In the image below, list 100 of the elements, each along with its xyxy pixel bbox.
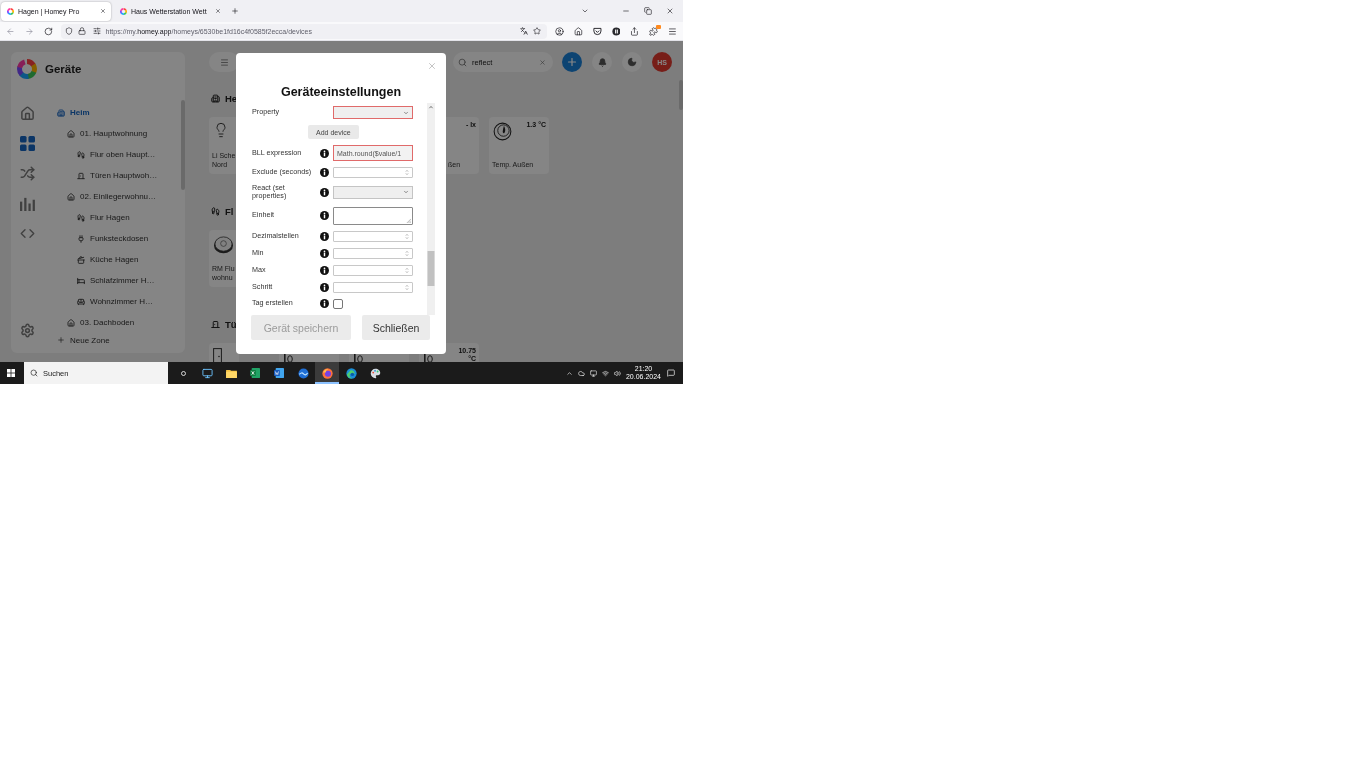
- add-zone-button[interactable]: Neue Zone: [57, 334, 110, 346]
- sofa-icon: [77, 297, 85, 306]
- browser-icon[interactable]: [321, 367, 333, 379]
- sidebar-title: Geräte: [45, 63, 82, 75]
- scrollbar[interactable]: [427, 103, 435, 315]
- info-icon[interactable]: [319, 187, 329, 197]
- number-field[interactable]: [333, 167, 413, 178]
- scrollbar[interactable]: [679, 80, 683, 110]
- share-icon[interactable]: [630, 26, 640, 36]
- chevron-up-icon[interactable]: [565, 369, 573, 377]
- monitor-icon[interactable]: [589, 369, 597, 377]
- house-icon[interactable]: [19, 106, 35, 121]
- browser-icon[interactable]: [345, 367, 357, 379]
- chevron-down-icon: [403, 109, 409, 116]
- speech-bubble-icon[interactable]: [667, 369, 675, 377]
- palette-icon[interactable]: [369, 367, 381, 379]
- door-icon: [213, 348, 222, 362]
- folder-icon[interactable]: [225, 368, 237, 378]
- shuffle-icon[interactable]: [19, 166, 35, 181]
- number-field[interactable]: [333, 247, 413, 259]
- tree-item[interactable]: Schlafzimmer H…: [77, 270, 155, 291]
- door-icon: [77, 171, 85, 180]
- sliders-icon[interactable]: [92, 27, 101, 35]
- close-button[interactable]: Schließen: [362, 315, 430, 340]
- info-icon[interactable]: [319, 248, 329, 258]
- star-icon[interactable]: [532, 27, 541, 35]
- tree-item[interactable]: Wohnzimmer H…: [77, 291, 153, 312]
- cloud-icon[interactable]: [577, 369, 585, 377]
- section-title: Tü: [225, 318, 237, 330]
- gear-icon[interactable]: [19, 323, 35, 338]
- info-icon[interactable]: [319, 299, 329, 309]
- tree-item[interactable]: Heim: [57, 102, 90, 123]
- info-icon[interactable]: [319, 148, 329, 158]
- theme-button[interactable]: [622, 52, 642, 72]
- door-icon: [211, 319, 220, 329]
- speaker-icon[interactable]: [613, 369, 621, 377]
- code-icon[interactable]: [19, 226, 35, 241]
- close-icon[interactable]: [215, 8, 221, 14]
- house-icon: [67, 192, 75, 201]
- ring-logo-icon: [120, 7, 127, 15]
- building-icon: [211, 93, 220, 103]
- document-app-icon[interactable]: [274, 368, 284, 378]
- restore-icon[interactable]: [644, 7, 652, 15]
- chevron-down-icon: [403, 189, 409, 196]
- pause-circle-icon[interactable]: [611, 26, 621, 36]
- new-tab-icon[interactable]: [231, 7, 239, 15]
- home-icon[interactable]: [573, 26, 583, 36]
- spreadsheet-app-icon[interactable]: [250, 368, 260, 378]
- plus-icon: [566, 56, 578, 68]
- footprints-icon: [77, 150, 85, 159]
- number-field[interactable]: [333, 281, 413, 293]
- search-icon: [30, 369, 38, 377]
- user-circle-icon[interactable]: [554, 26, 564, 36]
- circle-icon[interactable]: [180, 370, 186, 376]
- dropdown-field[interactable]: [333, 185, 413, 199]
- badge-icon: [656, 24, 662, 29]
- puzzle-icon[interactable]: [649, 26, 659, 36]
- dropdown-field[interactable]: [333, 106, 413, 119]
- chevron-down-icon[interactable]: [581, 7, 589, 15]
- checkbox[interactable]: [333, 298, 343, 309]
- monitor-icon[interactable]: [201, 367, 213, 379]
- pouch-icon[interactable]: [592, 26, 602, 36]
- tree-item[interactable]: 02. Einliegerwohnu…: [67, 186, 157, 207]
- bell-icon: [597, 57, 607, 67]
- menu-button[interactable]: [209, 52, 239, 72]
- info-icon[interactable]: [319, 168, 329, 177]
- info-icon[interactable]: [319, 231, 329, 241]
- tree-item[interactable]: Funksteckdosen: [77, 228, 149, 249]
- reload-icon[interactable]: [43, 26, 53, 36]
- add-button[interactable]: [562, 52, 582, 72]
- tree-item[interactable]: 01. Hauptwohnung: [67, 123, 148, 144]
- close-icon[interactable]: [666, 7, 674, 15]
- info-icon[interactable]: [319, 282, 329, 292]
- number-field[interactable]: [333, 264, 413, 276]
- plug-icon: [77, 234, 85, 243]
- taskbar-button[interactable]: [315, 362, 339, 384]
- info-icon[interactable]: [319, 211, 329, 221]
- shield-icon[interactable]: [64, 27, 73, 35]
- info-icon[interactable]: [319, 265, 329, 275]
- tree-item[interactable]: Flur Hagen: [77, 207, 130, 228]
- number-field[interactable]: [333, 230, 413, 242]
- bar-chart-icon[interactable]: [19, 196, 35, 211]
- lock-icon[interactable]: [77, 27, 86, 35]
- tree-item[interactable]: Flur oben Haupt…: [77, 144, 156, 165]
- grid-icon[interactable]: [19, 136, 35, 151]
- windows-logo-icon: [7, 369, 15, 377]
- footprints-icon: [211, 206, 220, 216]
- tree-item[interactable]: Küche Hagen: [77, 249, 139, 270]
- tree-item[interactable]: Türen Hauptwoh…: [77, 165, 158, 186]
- dial-icon: [493, 122, 512, 141]
- robot-vacuum-icon: [213, 235, 234, 254]
- wave-app-icon[interactable]: [297, 367, 309, 379]
- tree-item[interactable]: 03. Dachboden: [67, 312, 135, 333]
- notifications-button[interactable]: [592, 52, 612, 72]
- translate-icon[interactable]: [519, 27, 528, 35]
- menu-icon[interactable]: [668, 26, 678, 36]
- wifi-icon[interactable]: [601, 369, 609, 377]
- bed-icon: [77, 276, 85, 285]
- dialog-title: Geräteeinstellungen: [280, 85, 402, 99]
- close-icon[interactable]: [100, 8, 106, 14]
